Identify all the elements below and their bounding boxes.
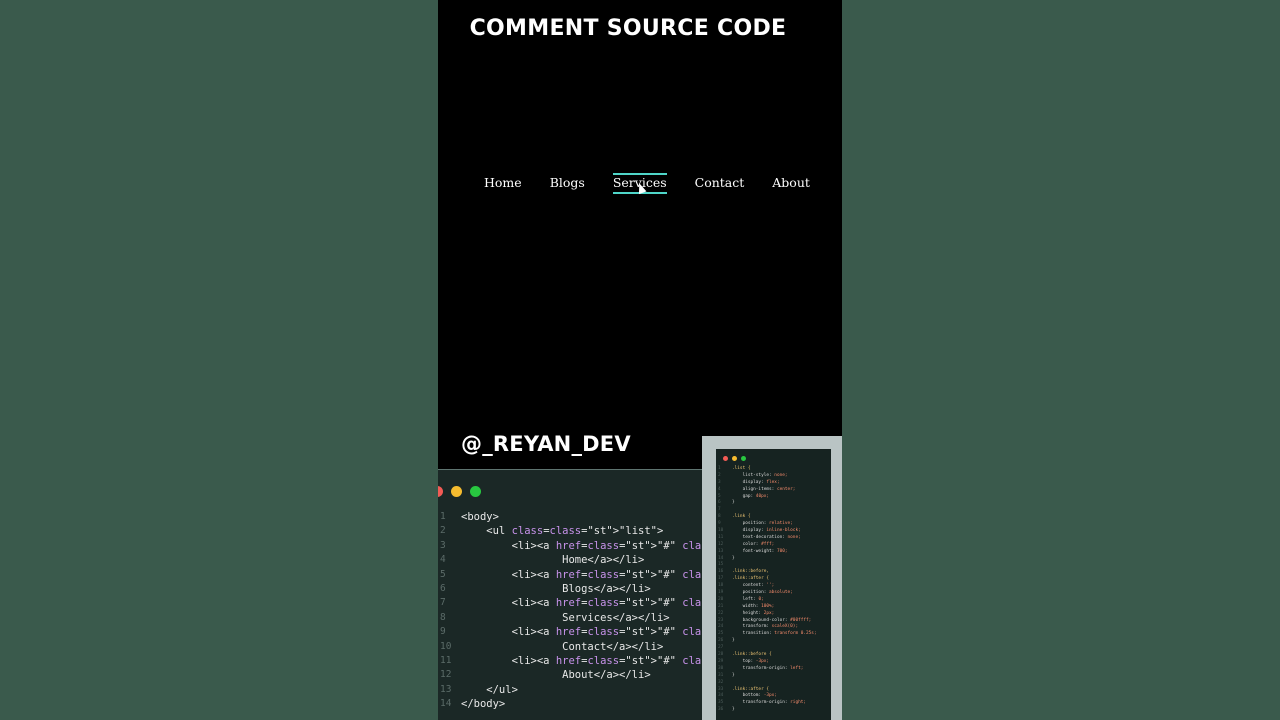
minimize-dot-icon xyxy=(451,486,462,497)
code-text: About</a></li> xyxy=(461,669,651,682)
nav-item-about: About xyxy=(772,174,810,192)
line-number: 4 xyxy=(440,554,446,566)
code-text: <body> xyxy=(461,511,499,523)
line-number: 31 xyxy=(718,672,724,678)
author-handle: @_REYAN_DEV xyxy=(461,432,631,456)
line-number: 4 xyxy=(718,486,721,492)
line-number: 5 xyxy=(440,568,446,580)
css-code-text: } xyxy=(732,707,735,713)
line-number: 9 xyxy=(440,626,446,638)
css-code-window: 1 .list { 2 list-style: none; 3 display: fl… xyxy=(716,449,831,720)
line-number: 11 xyxy=(718,534,724,540)
line-number: 2 xyxy=(440,525,446,537)
maximize-dot-icon xyxy=(741,456,746,461)
line-number: 28 xyxy=(718,652,724,658)
css-code-text: list-style: none; xyxy=(732,472,788,478)
nav-item-blogs: Blogs xyxy=(550,174,585,192)
css-code-text: top: -3px; xyxy=(732,658,770,664)
line-number: 11 xyxy=(440,654,452,666)
css-code-text: } xyxy=(732,500,735,506)
css-code-text: } xyxy=(732,555,735,561)
line-number: 3 xyxy=(718,479,721,485)
css-code-text: } xyxy=(732,672,735,678)
code-text: Home</a></li> xyxy=(461,554,645,567)
css-code-text: } xyxy=(732,638,735,644)
line-number: 3 xyxy=(440,539,446,551)
css-code-text: .link::before { xyxy=(732,652,772,658)
line-number: 14 xyxy=(440,698,452,710)
css-code-text: align-items: center; xyxy=(732,486,796,492)
css-code-text: font-weight: 700; xyxy=(732,548,788,554)
line-number: 12 xyxy=(718,541,724,547)
line-number: 19 xyxy=(718,590,724,596)
nav-link-home[interactable]: Home xyxy=(484,175,522,191)
css-code-text: position: relative; xyxy=(732,521,793,527)
line-number: 29 xyxy=(718,658,724,664)
line-number: 30 xyxy=(718,665,724,671)
css-code-text: gap: 40px; xyxy=(732,493,770,499)
code-text: </body> xyxy=(461,698,506,711)
code-text: <ul class=class="st">"list"> xyxy=(461,525,664,538)
css-code-text: color: #fff; xyxy=(732,541,775,547)
close-dot-icon xyxy=(723,456,728,461)
css-code-text: display: flex; xyxy=(732,479,780,485)
css-code-text: content: ''; xyxy=(732,583,775,589)
line-number: 1 xyxy=(440,511,446,522)
css-code-text: width: 100%; xyxy=(732,603,775,609)
code-text: </ul> xyxy=(461,683,518,696)
window-controls xyxy=(438,486,481,497)
css-code-text: text-decoration: none; xyxy=(732,534,801,540)
nav-link-contact[interactable]: Contact xyxy=(695,175,745,191)
line-number: 10 xyxy=(440,640,452,652)
line-number: 13 xyxy=(718,548,724,554)
nav-link-blogs[interactable]: Blogs xyxy=(550,175,585,191)
line-number: 1 xyxy=(718,466,721,471)
css-code-text: height: 2px; xyxy=(732,610,775,616)
css-code-text: transform-origin: left; xyxy=(732,665,804,671)
line-number: 12 xyxy=(440,669,452,681)
css-code-text: left: 0; xyxy=(732,596,764,602)
code-text: Blogs</a></li> xyxy=(461,582,651,595)
close-dot-icon xyxy=(438,486,443,497)
css-code-text: transition: transform 0.25s; xyxy=(732,631,817,637)
nav-link-about[interactable]: About xyxy=(772,175,810,191)
line-number: 21 xyxy=(718,603,724,609)
video-frame: COMMENT SOURCE CODE Home Blogs Services … xyxy=(438,0,842,720)
css-code-text: .list { xyxy=(732,466,751,471)
css-code-panel: 1 .list { 2 list-style: none; 3 display: fl… xyxy=(702,436,842,720)
line-number: 6 xyxy=(440,582,446,594)
nav-list: Home Blogs Services Contact About xyxy=(484,173,810,194)
line-number: 7 xyxy=(440,597,446,609)
css-code-text: transform-origin: right; xyxy=(732,700,807,706)
html-code-panel: 1 <body> 2 <ul class=class="st">"list"> 3 <… xyxy=(438,469,842,720)
code-text: Contact</a></li> xyxy=(461,640,664,653)
line-number: 2 xyxy=(718,472,721,478)
line-number: 9 xyxy=(718,521,721,527)
css-code-text: position: absolute; xyxy=(732,590,793,596)
line-number: 18 xyxy=(718,583,724,589)
code-text: Services</a></li> xyxy=(461,611,670,624)
line-number: 8 xyxy=(440,611,446,623)
line-number: 36 xyxy=(718,707,724,713)
css-window-controls xyxy=(723,456,746,461)
maximize-dot-icon xyxy=(470,486,481,497)
nav-item-home: Home xyxy=(484,174,522,192)
line-number: 10 xyxy=(718,528,724,534)
line-number: 22 xyxy=(718,610,724,616)
nav-item-contact: Contact xyxy=(695,174,745,192)
line-number: 20 xyxy=(718,596,724,602)
page-title: COMMENT SOURCE CODE xyxy=(469,16,787,41)
line-number: 13 xyxy=(440,683,452,695)
line-number: 32 xyxy=(718,679,724,685)
minimize-dot-icon xyxy=(732,456,737,461)
css-code-text: display: inline-block; xyxy=(732,528,801,534)
